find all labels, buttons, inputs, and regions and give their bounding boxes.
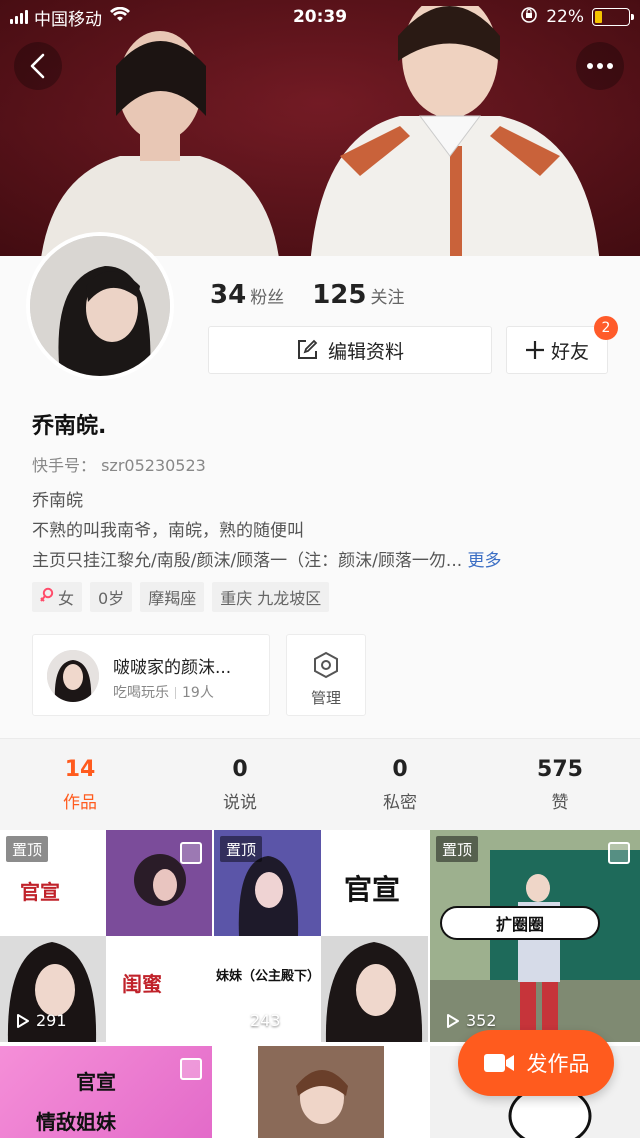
avatar[interactable]: [26, 232, 174, 380]
play-count: 243: [230, 1011, 281, 1030]
follow-counts: 34 粉丝 125 关注: [210, 280, 404, 310]
tab-count: 575: [537, 757, 583, 782]
avatar-image: [30, 236, 170, 376]
battery-level: [595, 11, 603, 23]
work-thumbnail[interactable]: 扩圈圈 置顶 352: [430, 830, 640, 1042]
play-count: 352: [446, 1011, 497, 1030]
play-icon: [231, 1013, 243, 1028]
followers-count: 34: [210, 280, 247, 310]
add-friend-label: 好友: [550, 340, 589, 363]
cover-person-right: [310, 6, 599, 256]
female-icon: [40, 587, 54, 607]
status-bar: 中国移动 20:39 22%: [0, 0, 640, 34]
status-time: 20:39: [292, 7, 348, 27]
work-title-banner: 扩圈圈: [440, 906, 600, 940]
play-count-value: 291: [36, 1011, 67, 1030]
tab-count: 0: [392, 757, 408, 782]
select-checkbox[interactable]: [180, 1058, 202, 1080]
tab-count: 0: [232, 757, 248, 782]
work-thumbnail[interactable]: [214, 1046, 428, 1138]
edit-profile-label: 编辑资料: [327, 340, 404, 363]
following-stat[interactable]: 125 关注: [312, 280, 404, 310]
more-button[interactable]: [576, 42, 624, 90]
work-thumbnail[interactable]: 官宣 闺蜜 置顶 291: [0, 830, 212, 1042]
tag-gender: 女: [32, 582, 83, 612]
work-subtitle: 情敌姐妹: [36, 1110, 116, 1134]
bio-line: 不熟的叫我南爷，南皖，熟的随便叫: [32, 521, 304, 541]
bio[interactable]: 乔南皖 不熟的叫我南爷，南皖，熟的随便叫 主页只挂江黎允/南殷/颜沫/顾落一（注…: [32, 486, 612, 576]
content-tabs: 14 作品 0 说说 0 私密 575 赞: [0, 738, 640, 830]
tab-label: 私密: [383, 793, 417, 813]
tab-private[interactable]: 0 私密: [320, 739, 480, 830]
kuaishou-id[interactable]: 快手号： szr05230523: [32, 452, 206, 476]
work-title: 官宣: [344, 873, 401, 906]
publish-button[interactable]: 发作品: [458, 1030, 614, 1096]
group-category: 吃喝玩乐: [113, 685, 169, 701]
group-name: 啵啵家的颜沫...: [113, 658, 232, 678]
play-count: 291: [16, 1011, 67, 1030]
play-count-value: 352: [466, 1011, 497, 1030]
tab-likes[interactable]: 575 赞: [480, 739, 640, 830]
chevron-left-icon: [30, 53, 45, 79]
friend-request-badge: 2: [594, 316, 618, 340]
tag-label: 重庆 九龙坡区: [220, 589, 322, 608]
cover-person-left: [41, 31, 279, 256]
tab-count: 14: [64, 757, 96, 782]
hexagon-settings-icon: [287, 651, 365, 683]
pinned-badge: 置顶: [436, 836, 479, 862]
play-icon: [447, 1013, 459, 1028]
publish-label: 发作品: [526, 1052, 590, 1076]
edit-profile-button[interactable]: 编辑资料: [208, 326, 492, 374]
add-friend-button[interactable]: 好友: [506, 326, 608, 374]
tab-label: 赞: [551, 793, 569, 813]
play-icon: [17, 1013, 29, 1028]
select-checkbox[interactable]: [396, 1058, 418, 1080]
tag-label: 女: [58, 589, 75, 608]
manage-label: 管理: [310, 689, 341, 707]
work-subtitle: 妹妹（公主殿下）: [216, 969, 321, 984]
tag-age: 0岁: [90, 582, 133, 612]
profile-tags: 女 0岁 摩羯座 重庆 九龙坡区: [32, 582, 330, 612]
bio-more-link[interactable]: 更多: [468, 551, 502, 571]
following-count: 125: [312, 280, 367, 310]
bio-line: 主页只挂江黎允/南殷/颜沫/顾落一（注：颜沫/顾落一勿...: [32, 551, 463, 571]
work-title: 官宣: [20, 880, 60, 904]
work-title: 扩圈圈: [495, 915, 544, 934]
select-checkbox[interactable]: [180, 842, 202, 864]
followers-label: 粉丝: [250, 288, 285, 308]
following-label: 关注: [370, 288, 405, 308]
tag-label: 摩羯座: [148, 589, 197, 608]
pinned-badge: 置顶: [6, 836, 49, 862]
tag-location: 重庆 九龙坡区: [212, 582, 330, 612]
tab-moments[interactable]: 0 说说: [160, 739, 320, 830]
battery-icon: [592, 8, 634, 26]
group-meta: 吃喝玩乐 19人: [113, 682, 214, 702]
play-count-value: 243: [250, 1011, 281, 1030]
tag-zodiac: 摩羯座: [140, 582, 205, 612]
group-members: 19人: [182, 685, 214, 701]
work-subtitle: 闺蜜: [122, 972, 162, 996]
manage-button[interactable]: 管理: [286, 634, 366, 716]
more-dots-icon: [587, 63, 613, 69]
profile-name: 乔南皖.: [32, 414, 107, 439]
cover-image[interactable]: [0, 0, 640, 256]
bio-line: 乔南皖: [32, 491, 83, 511]
select-checkbox[interactable]: [396, 842, 418, 864]
tab-label: 说说: [223, 793, 257, 813]
work-thumbnail[interactable]: 官宣 妹妹（公主殿下） 置顶 243: [214, 830, 428, 1042]
tab-label: 作品: [63, 793, 97, 813]
pinned-badge: 置顶: [220, 836, 263, 862]
followers-stat[interactable]: 34 粉丝: [210, 280, 284, 310]
back-button[interactable]: [14, 42, 62, 90]
video-camera-icon: [483, 1054, 514, 1072]
work-thumbnail[interactable]: 官宣 情敌姐妹: [0, 1046, 212, 1138]
tag-label: 0岁: [98, 589, 125, 608]
group-avatar: [47, 650, 99, 702]
work-title: 官宣: [76, 1070, 116, 1094]
edit-icon: [297, 339, 318, 359]
plus-icon: [525, 341, 544, 359]
group-card[interactable]: 啵啵家的颜沫... 吃喝玩乐 19人: [32, 634, 270, 716]
tab-works[interactable]: 14 作品: [0, 739, 160, 830]
select-checkbox[interactable]: [608, 842, 630, 864]
